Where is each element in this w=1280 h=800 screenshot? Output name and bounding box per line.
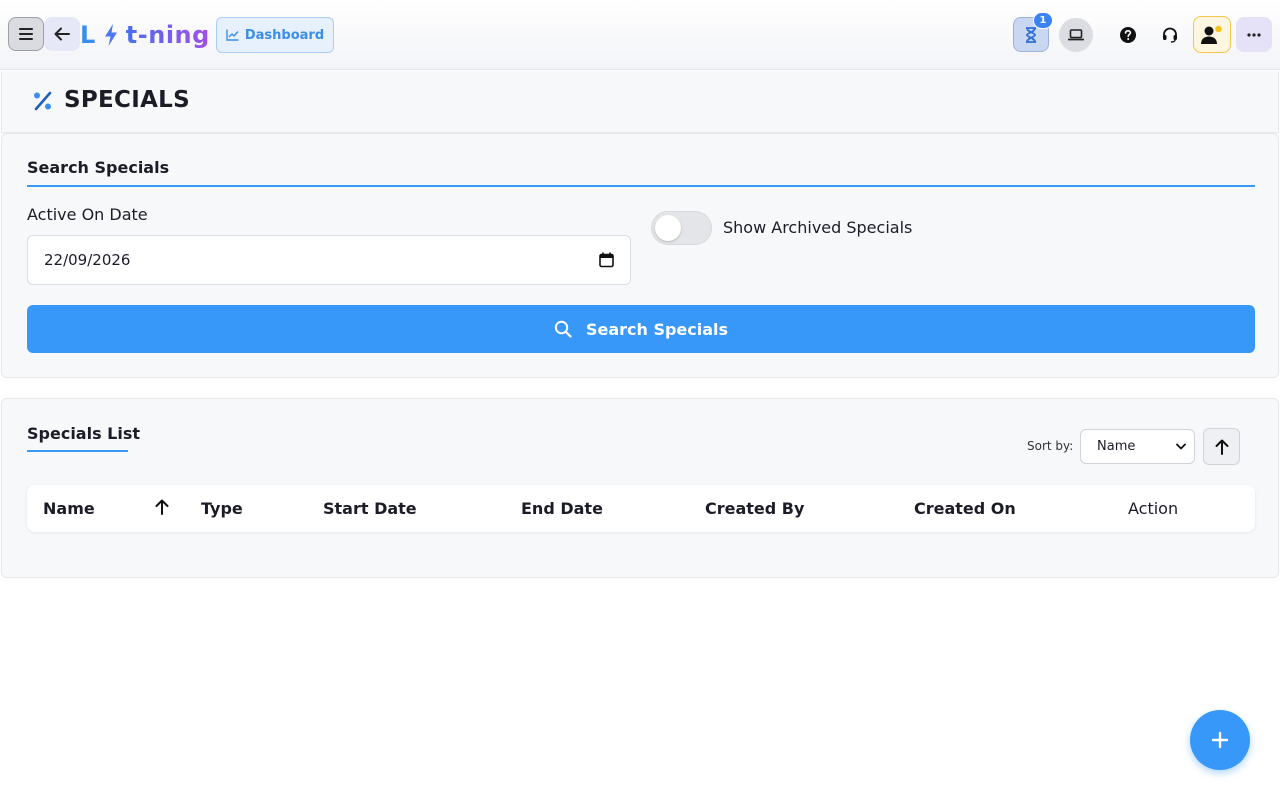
sort-direction-button[interactable]	[1203, 428, 1240, 465]
ellipsis-icon	[1247, 32, 1261, 37]
active-date-label: Active On Date	[27, 205, 148, 224]
show-archived-toggle[interactable]	[651, 211, 712, 245]
list-title-underline	[27, 450, 128, 452]
active-date-value: 22/09/2026	[44, 251, 131, 269]
help-button[interactable]	[1111, 18, 1145, 52]
more-button[interactable]	[1236, 17, 1272, 52]
arrow-left-icon	[54, 27, 70, 41]
search-specials-button[interactable]: Search Specials	[27, 305, 1255, 353]
search-button-label: Search Specials	[585, 319, 729, 339]
arrow-up-icon	[1215, 439, 1228, 455]
page-header: SPECIALS	[1, 71, 1279, 133]
hourglass-icon	[1026, 26, 1036, 43]
active-date-input[interactable]: 22/09/2026	[27, 235, 631, 285]
column-header-type[interactable]: Type	[201, 499, 243, 518]
page-title: SPECIALS	[64, 87, 190, 113]
toggle-knob	[655, 215, 681, 241]
sort-by-select[interactable]: Name	[1080, 429, 1195, 464]
logo-text-right: t-ning	[125, 21, 210, 49]
column-header-end-date[interactable]: End Date	[521, 499, 603, 518]
question-circle-icon	[1120, 27, 1136, 43]
list-section-title: Specials List	[27, 424, 141, 443]
logo-text-left: L	[80, 21, 96, 49]
search-title-underline	[27, 185, 1255, 187]
headset-icon	[1163, 27, 1177, 43]
show-archived-label: Show Archived Specials	[723, 218, 913, 237]
column-header-created-by[interactable]: Created By	[705, 499, 804, 518]
notification-badge: 1	[1033, 12, 1053, 29]
sort-ascending-icon[interactable]	[155, 499, 169, 515]
sort-by-label: Sort by:	[1027, 439, 1074, 453]
calendar-icon[interactable]	[599, 252, 614, 268]
user-button[interactable]	[1193, 16, 1231, 53]
column-header-action: Action	[1128, 499, 1179, 518]
column-header-start-date[interactable]: Start Date	[323, 499, 417, 518]
laptop-button[interactable]	[1059, 18, 1093, 52]
app-logo[interactable]: L t-ning	[80, 19, 210, 51]
table-header: Name Type Start Date End Date Created By…	[27, 485, 1255, 532]
user-notification-icon	[1201, 23, 1224, 44]
search-icon	[554, 320, 572, 338]
chevron-down-icon	[1176, 443, 1186, 450]
plus-icon	[1211, 731, 1229, 749]
column-header-created-on[interactable]: Created On	[914, 499, 1016, 518]
search-specials-card: Search Specials Active On Date 22/09/202…	[1, 133, 1279, 378]
add-special-button[interactable]	[1190, 710, 1250, 770]
support-button[interactable]	[1153, 18, 1187, 52]
search-section-title: Search Specials	[27, 158, 170, 177]
menu-icon	[19, 28, 33, 40]
dashboard-label: Dashboard	[244, 27, 325, 43]
lightning-bolt-icon	[104, 24, 118, 46]
column-header-name[interactable]: Name	[43, 499, 95, 518]
top-bar: L t-ning Dashboard 1	[0, 0, 1280, 70]
dashboard-button[interactable]: Dashboard	[216, 17, 334, 53]
back-button[interactable]	[44, 17, 80, 51]
menu-button[interactable]	[8, 17, 44, 51]
specials-list-card: Specials List Sort by: Name Name Type St…	[1, 398, 1279, 578]
chart-line-icon	[226, 29, 239, 41]
laptop-icon	[1068, 29, 1084, 41]
sort-by-value: Name	[1097, 439, 1136, 454]
percent-icon	[34, 91, 52, 111]
